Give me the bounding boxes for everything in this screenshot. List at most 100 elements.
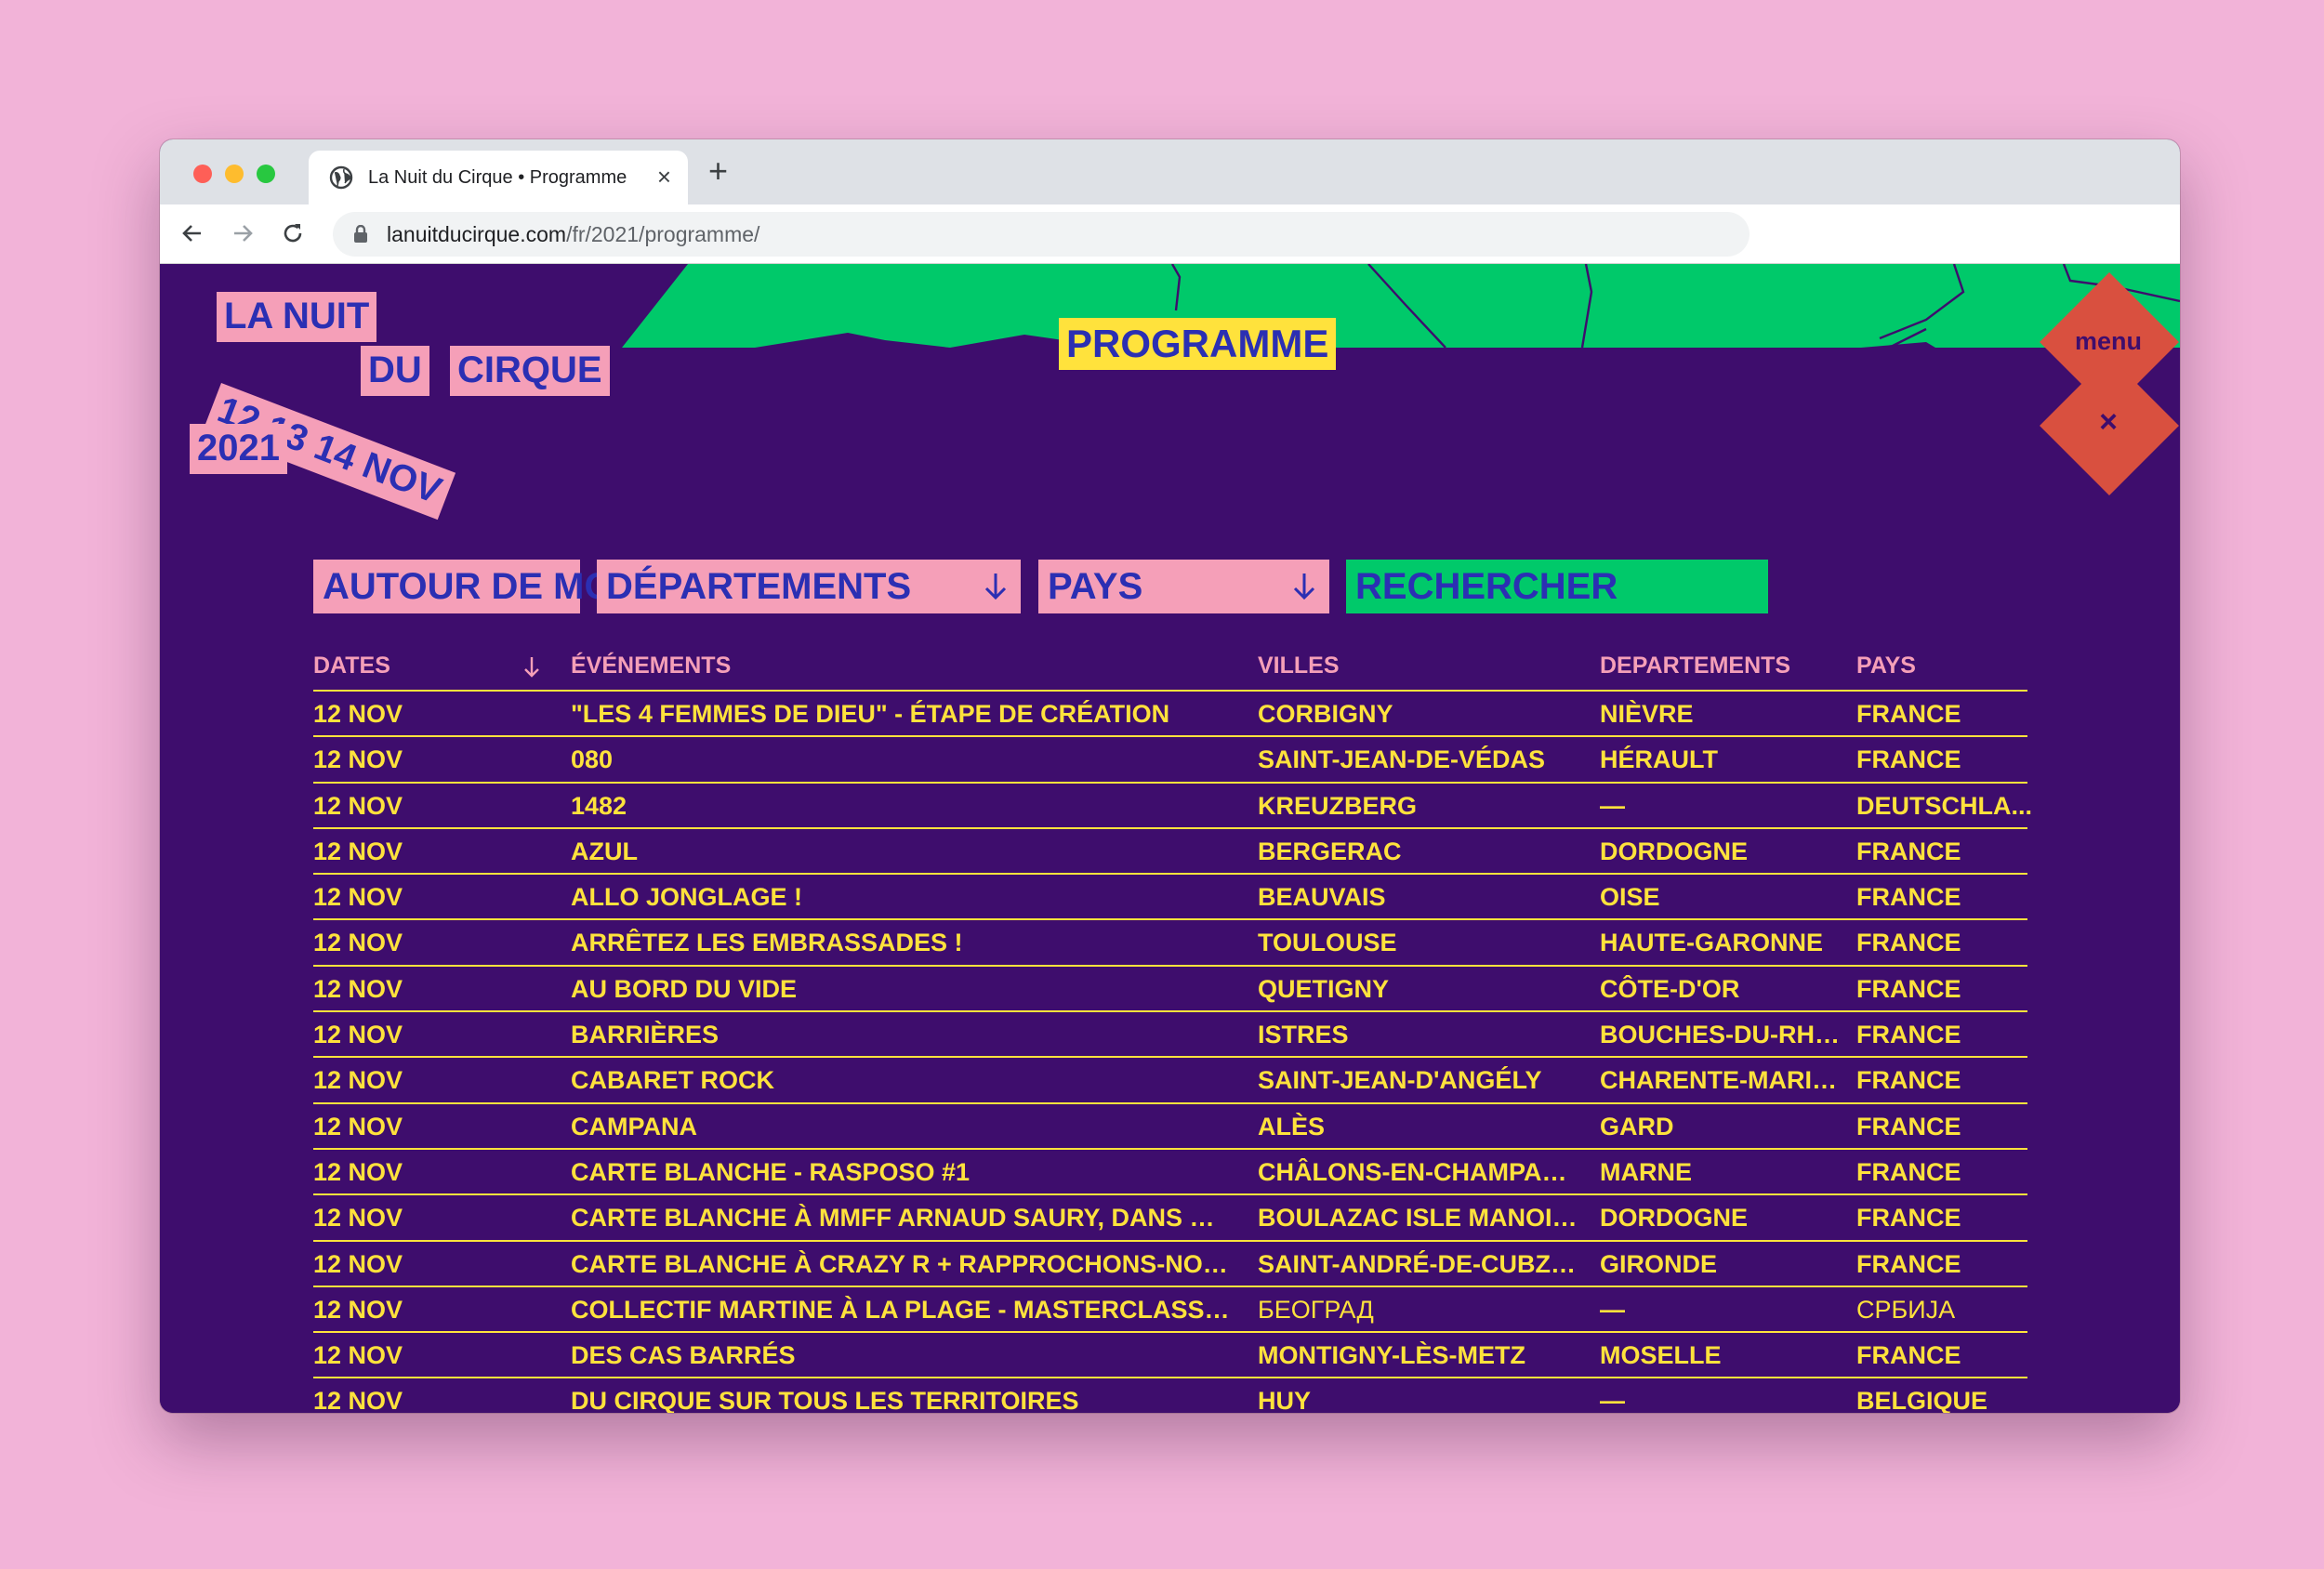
cell-event[interactable]: BARRIÈRES [571, 1021, 1233, 1049]
close-icon[interactable]: × [2043, 404, 2173, 441]
cell-country: FRANCE [1856, 837, 1961, 865]
cell-city: KREUZBERG [1258, 791, 1418, 820]
browser-toolbar: lanuitducirque.com/fr/2021/programme/ [160, 204, 2180, 264]
cell-date: 12 NOV [313, 1341, 403, 1370]
close-window-button[interactable] [193, 165, 212, 183]
table-row[interactable]: 12 NOV COLLECTIF MARTINE À LA PLAGE - MAS… [313, 1287, 2027, 1334]
cell-event[interactable]: CARTE BLANCHE À CRAZY R + RAPPROCHONS-NO… [571, 1250, 1233, 1279]
programme-table: DATES ÉVÉNEMENTS VILLES DEPARTEMENTS PAY… [313, 647, 2032, 1413]
table-row[interactable]: 12 NOV 080 SAINT-JEAN-DE-VÉDAS HÉRAULT FRANC… [313, 737, 2027, 784]
cell-event[interactable]: AZUL [571, 837, 1233, 866]
cell-department: OISE [1600, 883, 1660, 912]
cell-date: 12 NOV [313, 1387, 403, 1413]
new-tab-button[interactable]: + [708, 154, 728, 188]
cell-department: NIÈVRE [1600, 700, 1694, 728]
reload-button[interactable] [277, 218, 309, 249]
cell-event[interactable]: AU BORD DU VIDE [571, 975, 1233, 1004]
back-button[interactable] [177, 218, 208, 249]
table-row[interactable]: 12 NOV CARTE BLANCHE À MMFF ARNAUD SAURY,… [313, 1195, 2027, 1242]
cell-city: CHÂLONS-EN-CHAMPAGNE [1258, 1157, 1583, 1186]
cell-event[interactable]: CABARET ROCK [571, 1066, 1233, 1095]
cell-event[interactable]: ARRÊTEZ LES EMBRASSADES ! [571, 929, 1233, 957]
table-row[interactable]: 12 NOV ARRÊTEZ LES EMBRASSADES ! TOULOUSE H… [313, 920, 2027, 967]
departments-dropdown[interactable]: DÉPARTEMENTS [597, 560, 1021, 613]
table-row[interactable]: 12 NOV AZUL BERGERAC DORDOGNE FRANCE [313, 829, 2027, 876]
logo-cirque[interactable]: CIRQUE [450, 346, 610, 396]
table-row[interactable]: 12 NOV AU BORD DU VIDE QUETIGNY CÔTE-D'OR FR… [313, 967, 2027, 1013]
cell-date: 12 NOV [313, 883, 403, 912]
cell-department: HÉRAULT [1600, 745, 1718, 774]
cell-event[interactable]: "LES 4 FEMMES DE DIEU" - ÉTAPE DE CRÉATI… [571, 700, 1233, 729]
cell-city: SAINT-JEAN-D'ANGÉLY [1258, 1066, 1542, 1095]
header-dates[interactable]: DATES [313, 653, 390, 679]
table-row[interactable]: 12 NOV 1482 KREUZBERG — DEUTSCHLA... [313, 784, 2032, 829]
tab-close-icon[interactable]: × [657, 165, 671, 189]
arrow-left-icon [182, 225, 201, 242]
cell-date: 12 NOV [313, 974, 403, 1003]
cell-department: DORDOGNE [1600, 837, 1749, 865]
cell-city: TOULOUSE [1258, 929, 1397, 957]
table-row[interactable]: 12 NOV DU CIRQUE SUR TOUS LES TERRITOIRES… [313, 1378, 2027, 1413]
cell-date: 12 NOV [313, 745, 403, 774]
logo-du[interactable]: DU [361, 346, 429, 396]
cell-event[interactable]: CARTE BLANCHE - RASPOSO #1 [571, 1158, 1233, 1187]
cell-date: 12 NOV [313, 1204, 403, 1233]
departments-dropdown-label: DÉPARTEMENTS [606, 565, 912, 607]
logo-year[interactable]: 2021 [190, 424, 287, 474]
arrow-down-icon [1293, 574, 1315, 600]
menu-button-label[interactable]: menu [2043, 327, 2173, 356]
header-departments[interactable]: DEPARTEMENTS [1600, 653, 1790, 679]
table-row[interactable]: 12 NOV ALLO JONGLAGE ! BEAUVAIS OISE FRANCE [313, 875, 2027, 921]
cell-department: BOUCHES-DU-RHÔNE [1600, 1021, 1842, 1049]
header-events[interactable]: ÉVÉNEMENTS [571, 653, 731, 679]
cell-event[interactable]: CARTE BLANCHE À MMFF ARNAUD SAURY, DANS … [571, 1204, 1233, 1233]
around-me-button[interactable]: AUTOUR DE MOI [313, 560, 624, 613]
cell-event[interactable]: DES CAS BARRÉS [571, 1341, 1233, 1370]
table-row[interactable]: 12 NOV CAMPANA ALÈS GARD FRANCE [313, 1104, 2027, 1150]
address-bar[interactable]: lanuitducirque.com/fr/2021/programme/ [333, 212, 1750, 257]
cell-department: CHARENTE-MARITIME [1600, 1066, 1842, 1095]
maximize-window-button[interactable] [257, 165, 275, 183]
minimize-window-button[interactable] [225, 165, 244, 183]
cell-event[interactable]: 1482 [571, 792, 1233, 821]
table-row[interactable]: 12 NOV DES CAS BARRÉS MONTIGNY-LÈS-METZ MOS… [313, 1333, 2027, 1379]
arrow-down-icon [984, 574, 1007, 600]
cell-event[interactable]: DU CIRQUE SUR TOUS LES TERRITOIRES [571, 1387, 1233, 1413]
cell-date: 12 NOV [313, 700, 403, 728]
cell-city: SAINT-ANDRÉ-DE-CUBZAC [1258, 1249, 1583, 1278]
url-host: lanuitducirque.com [387, 221, 567, 246]
page-title: PROGRAMME [1059, 318, 1337, 370]
cell-department: — [1600, 1387, 1625, 1413]
table-row[interactable]: 12 NOV CABARET ROCK SAINT-JEAN-D'ANGÉLY CHA… [313, 1058, 2027, 1104]
table-row[interactable]: 12 NOV CARTE BLANCHE À CRAZY R + RAPPROCH… [313, 1242, 2027, 1287]
header-cities[interactable]: VILLES [1258, 653, 1340, 679]
active-tab[interactable]: La Nuit du Cirque • Programme × [309, 151, 688, 204]
cell-city: BOULAZAC ISLE MANOIRE [1258, 1204, 1583, 1233]
cell-country: FRANCE [1856, 1066, 1961, 1095]
cell-country: FRANCE [1856, 1341, 1961, 1370]
cell-date: 12 NOV [313, 791, 403, 820]
header-countries[interactable]: PAYS [1856, 653, 1916, 679]
forward-button[interactable] [227, 218, 258, 249]
cell-country: FRANCE [1856, 883, 1961, 912]
logo-la-nuit[interactable]: LA NUIT [217, 292, 377, 342]
cell-event[interactable]: 080 [571, 745, 1233, 774]
cell-department: GARD [1600, 1112, 1674, 1140]
search-input[interactable]: RECHERCHER [1346, 560, 1768, 613]
reload-icon [284, 224, 302, 243]
cell-date: 12 NOV [313, 1021, 403, 1049]
cell-department: GIRONDE [1600, 1249, 1718, 1278]
sort-arrow-down-icon[interactable] [523, 656, 540, 679]
cell-event[interactable]: CAMPANA [571, 1113, 1233, 1141]
cell-event[interactable]: ALLO JONGLAGE ! [571, 883, 1233, 912]
cell-city: BEAUVAIS [1258, 883, 1386, 912]
cell-event[interactable]: COLLECTIF MARTINE À LA PLAGE - MASTERCLA… [571, 1296, 1233, 1325]
cell-city: ALÈS [1258, 1112, 1326, 1140]
table-row[interactable]: 12 NOV CARTE BLANCHE - RASPOSO #1 CHÂLONS-… [313, 1150, 2027, 1196]
table-row[interactable]: 12 NOV "LES 4 FEMMES DE DIEU" - ÉTAPE DE … [313, 692, 2027, 738]
countries-dropdown[interactable]: PAYS [1038, 560, 1329, 613]
lock-icon [354, 225, 367, 243]
table-row[interactable]: 12 NOV BARRIÈRES ISTRES BOUCHES-DU-RHÔNE FRA… [313, 1012, 2027, 1059]
cell-department: MOSELLE [1600, 1341, 1722, 1370]
cell-department: — [1600, 1295, 1625, 1324]
